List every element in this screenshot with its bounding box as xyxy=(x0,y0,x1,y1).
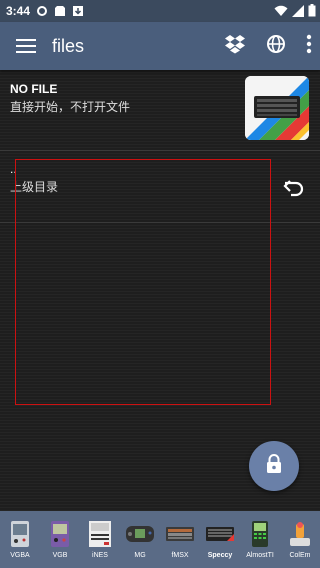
zx-spectrum-thumbnail xyxy=(245,76,309,140)
settings-status-icon xyxy=(36,5,48,17)
colecovision-icon xyxy=(285,519,315,549)
gamegear-icon xyxy=(125,519,155,549)
lock-icon xyxy=(265,453,283,479)
no-file-title: NO FILE xyxy=(10,82,58,96)
tab-label: VGB xyxy=(52,552,68,559)
app-bar: files xyxy=(0,22,320,70)
tab-label: fMSX xyxy=(171,552,189,559)
tab-label: ColEm xyxy=(289,552,311,559)
dropbox-icon[interactable] xyxy=(224,34,246,59)
tab-label: VGBA xyxy=(10,552,30,559)
signal-icon xyxy=(292,4,304,20)
msx-icon xyxy=(165,519,195,549)
tab-almostti[interactable]: AlmostTI xyxy=(240,511,280,568)
tab-speccy[interactable]: Speccy xyxy=(200,511,240,568)
gba-icon xyxy=(5,519,35,549)
bottom-tab-bar: VGBA VGB iNES MG fMSX Speccy AlmostTI Co… xyxy=(0,511,320,568)
globe-icon[interactable] xyxy=(266,34,286,59)
tab-ines[interactable]: iNES xyxy=(80,511,120,568)
lock-button[interactable] xyxy=(249,441,299,491)
sd-card-icon xyxy=(54,5,66,17)
more-vert-icon[interactable] xyxy=(306,34,312,59)
calculator-icon xyxy=(245,519,275,549)
gameboy-icon xyxy=(45,519,75,549)
tab-vgba[interactable]: VGBA xyxy=(0,511,40,568)
page-title: files xyxy=(52,35,85,56)
no-file-row[interactable]: NO FILE 直接开始，不打开文件 xyxy=(0,72,320,148)
no-file-description: 直接开始，不打开文件 xyxy=(10,100,131,114)
spectrum-icon xyxy=(205,519,235,549)
tab-vgb[interactable]: VGB xyxy=(40,511,80,568)
highlight-box xyxy=(15,159,271,405)
tab-mg[interactable]: MG xyxy=(120,511,160,568)
menu-icon[interactable] xyxy=(16,39,36,53)
tab-label: AlmostTI xyxy=(246,552,274,559)
tab-label: MG xyxy=(134,552,146,559)
divider xyxy=(0,150,320,151)
wifi-icon xyxy=(274,5,288,20)
tab-fmsx[interactable]: fMSX xyxy=(160,511,200,568)
tab-label: Speccy xyxy=(207,552,233,559)
status-bar: 3:44 xyxy=(0,0,320,22)
download-icon xyxy=(72,5,84,17)
tab-colem[interactable]: ColEm xyxy=(280,511,320,568)
undo-icon[interactable] xyxy=(282,176,306,200)
nes-icon xyxy=(85,519,115,549)
tab-label: iNES xyxy=(92,552,108,559)
status-time: 3:44 xyxy=(6,4,31,18)
battery-icon xyxy=(308,4,316,20)
